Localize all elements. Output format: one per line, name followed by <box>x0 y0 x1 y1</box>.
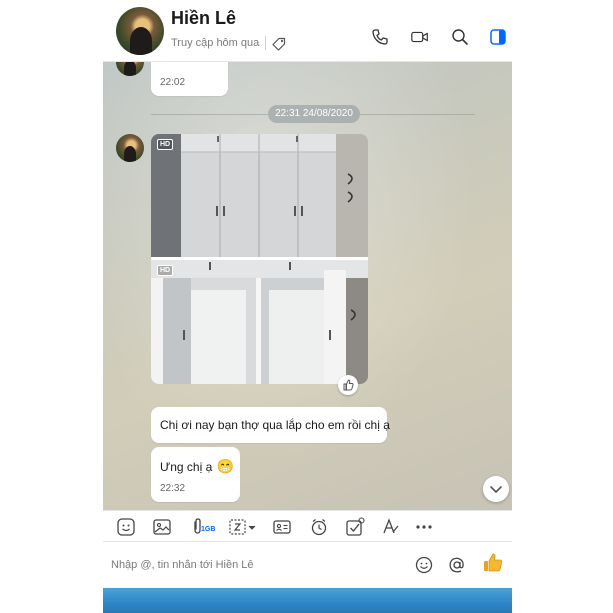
more-icon[interactable] <box>413 516 435 538</box>
chat-header: Hiền Lê Truy cập hôm qua <box>103 0 512 62</box>
message-text: Chị ơi nay bạn thợ qua lắp cho em rồi ch… <box>160 418 390 432</box>
search-icon[interactable] <box>450 27 470 47</box>
phone-icon[interactable] <box>370 27 390 47</box>
task-check-icon[interactable] <box>344 516 366 538</box>
grin-emoji-icon: 😁 <box>216 458 235 474</box>
message-text: Ưng chị ạ <box>160 460 213 474</box>
scroll-down-icon[interactable] <box>483 476 509 502</box>
tag-icon[interactable] <box>271 36 287 52</box>
text-format-icon[interactable] <box>380 516 402 538</box>
like-thumb-icon[interactable] <box>481 551 505 575</box>
contact-name[interactable]: Hiền Lê <box>171 8 236 29</box>
message-input[interactable] <box>111 555 401 575</box>
message-bubble[interactable]: 22:02 <box>151 62 228 96</box>
file-size-label: 1GB <box>201 526 216 533</box>
emoji-icon[interactable] <box>413 554 435 576</box>
sidebar-panel-icon[interactable] <box>488 27 508 47</box>
contact-status: Truy cập hôm qua <box>171 37 260 49</box>
message-list[interactable]: 22:02 22:31 24/08/2020 HD HD Chị ơi nay … <box>103 62 512 510</box>
mention-icon[interactable] <box>446 554 468 576</box>
date-separator: 22:31 24/08/2020 <box>268 105 360 123</box>
composer <box>103 542 512 588</box>
hd-badge: HD <box>157 139 174 150</box>
like-reaction-icon[interactable] <box>338 375 358 395</box>
date-divider-line-left <box>151 114 268 115</box>
chat-window: Hiền Lê Truy cập hôm qua 22:02 22:31 24/… <box>103 0 512 613</box>
message-time: 22:02 <box>160 77 186 88</box>
photo-message[interactable]: HD HD <box>151 134 368 384</box>
hd-badge: HD <box>157 265 174 276</box>
message-bubble[interactable]: Ưng chị ạ 😁 22:32 <box>151 447 240 502</box>
message-time: 22:32 <box>160 483 186 494</box>
screenshot-icon[interactable] <box>227 516 259 538</box>
video-call-icon[interactable] <box>410 27 430 47</box>
status-divider <box>265 36 266 50</box>
contact-card-icon[interactable] <box>271 516 293 538</box>
image-icon[interactable] <box>151 516 173 538</box>
contact-avatar[interactable] <box>116 7 164 55</box>
wardrobe-photo-open[interactable]: HD <box>151 260 368 384</box>
sender-avatar[interactable] <box>116 134 144 162</box>
date-divider-line-right <box>360 114 475 115</box>
message-content: Ưng chị ạ 😁 <box>160 458 234 476</box>
reminder-clock-icon[interactable] <box>308 516 330 538</box>
os-taskbar <box>103 588 512 613</box>
message-bubble[interactable]: Chị ơi nay bạn thợ qua lắp cho em rồi ch… <box>151 407 390 443</box>
sender-avatar[interactable] <box>116 62 144 76</box>
wardrobe-photo-closed[interactable]: HD <box>151 134 368 257</box>
sticker-icon[interactable] <box>115 516 137 538</box>
composer-toolbar: 1GB <box>103 510 512 542</box>
